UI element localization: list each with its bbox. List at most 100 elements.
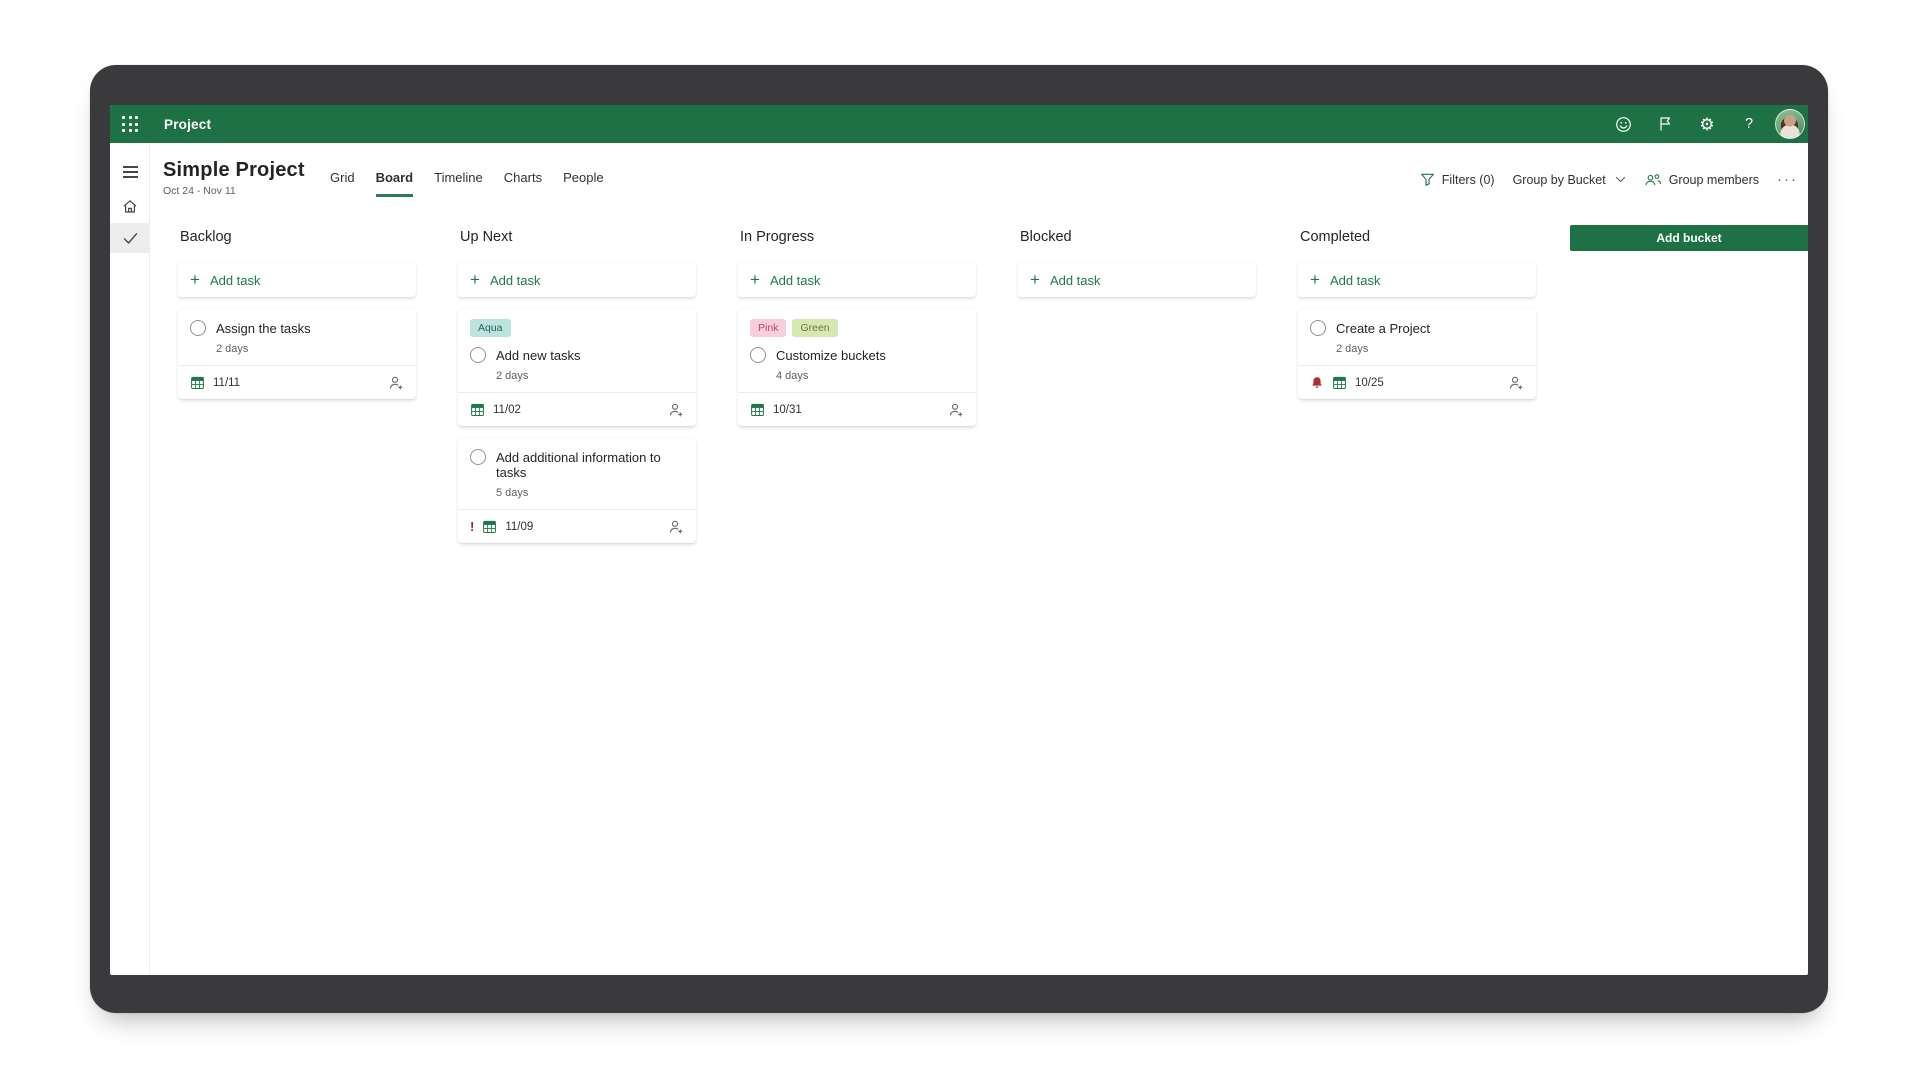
assign-person-icon[interactable] xyxy=(388,375,404,391)
page-title: Simple Project xyxy=(163,159,305,182)
group-by-dropdown[interactable]: Group by Bucket xyxy=(1513,173,1626,187)
task-due-date: 11/02 xyxy=(493,404,521,416)
task-due-date: 10/25 xyxy=(1355,377,1384,389)
calendar-icon xyxy=(1332,375,1347,390)
task-title: Add additional information to tasks xyxy=(496,448,684,480)
view-tabs: Grid Board Timeline Charts People xyxy=(330,170,604,197)
nav-home-button[interactable] xyxy=(110,189,150,223)
calendar-icon xyxy=(470,402,485,417)
bucket-backlog: Backlog + Add task Assign the tasks 2 da… xyxy=(178,228,416,543)
label-chip-aqua[interactable]: Aqua xyxy=(470,319,511,337)
app-bar: Project ⚙ ? xyxy=(110,105,1808,143)
assign-person-icon[interactable] xyxy=(668,519,684,535)
tab-timeline[interactable]: Timeline xyxy=(434,170,483,197)
app-launcher-button[interactable] xyxy=(110,105,150,143)
group-members-button[interactable]: Group members xyxy=(1644,173,1759,187)
project-date-range: Oct 24 - Nov 11 xyxy=(163,185,305,197)
tab-board[interactable]: Board xyxy=(376,170,414,197)
calendar-icon xyxy=(750,402,765,417)
task-duration: 5 days xyxy=(496,487,684,499)
app-body: Simple Project Oct 24 - Nov 11 Grid Boar… xyxy=(110,143,1808,975)
bucket-title[interactable]: In Progress xyxy=(738,228,976,246)
kanban-board: Backlog + Add task Assign the tasks 2 da… xyxy=(178,228,1536,543)
add-task-button[interactable]: + Add task xyxy=(1018,263,1256,297)
add-task-label: Add task xyxy=(490,273,541,288)
bucket-in-progress: In Progress + Add task Pink Green C xyxy=(738,228,976,543)
reminder-bell-icon xyxy=(1310,376,1324,390)
help-button[interactable]: ? xyxy=(1733,108,1765,140)
add-task-button[interactable]: + Add task xyxy=(178,263,416,297)
device-frame: Project ⚙ ? xyxy=(90,65,1828,1013)
add-task-label: Add task xyxy=(770,273,821,288)
bucket-completed: Completed + Add task Create a Project 2 … xyxy=(1298,228,1536,543)
task-checkbox[interactable] xyxy=(470,347,486,363)
task-title: Assign the tasks xyxy=(216,319,311,336)
bucket-up-next: Up Next + Add task Aqua Add new tasks xyxy=(458,228,696,543)
bucket-title[interactable]: Backlog xyxy=(178,228,416,246)
tab-grid[interactable]: Grid xyxy=(330,170,355,197)
add-task-button[interactable]: + Add task xyxy=(1298,263,1536,297)
task-due-date: 11/11 xyxy=(213,377,240,389)
check-icon xyxy=(123,232,138,245)
plus-icon: + xyxy=(750,271,760,288)
task-title: Customize buckets xyxy=(776,346,886,363)
flag-icon xyxy=(1657,116,1673,132)
assign-person-icon[interactable] xyxy=(948,402,964,418)
chevron-down-icon xyxy=(1615,176,1626,183)
calendar-icon xyxy=(482,519,497,534)
task-card[interactable]: Assign the tasks 2 days xyxy=(178,309,416,399)
tab-people[interactable]: People xyxy=(563,170,603,197)
task-card[interactable]: Pink Green Customize buckets 4 days xyxy=(738,309,976,426)
calendar-icon xyxy=(190,375,205,390)
filter-funnel-icon xyxy=(1420,172,1435,187)
bucket-title[interactable]: Blocked xyxy=(1018,228,1256,246)
app-bar-actions: ⚙ ? xyxy=(1607,108,1808,140)
flag-button[interactable] xyxy=(1649,108,1681,140)
task-checkbox[interactable] xyxy=(1310,320,1326,336)
add-task-label: Add task xyxy=(210,273,261,288)
page-background: Project ⚙ ? xyxy=(0,0,1920,1079)
task-checkbox[interactable] xyxy=(190,320,206,336)
task-title: Create a Project xyxy=(1336,319,1430,336)
task-due-date: 10/31 xyxy=(773,404,802,416)
plus-icon: + xyxy=(470,271,480,288)
group-by-label: Group by Bucket xyxy=(1513,173,1606,187)
task-duration: 2 days xyxy=(1336,343,1524,355)
plus-icon: + xyxy=(1030,271,1040,288)
task-checkbox[interactable] xyxy=(470,449,486,465)
more-options-button[interactable]: ··· xyxy=(1777,171,1798,188)
task-card[interactable]: Add additional information to tasks 5 da… xyxy=(458,438,696,543)
settings-button[interactable]: ⚙ xyxy=(1691,108,1723,140)
board-toolbar: Filters (0) Group by Bucket xyxy=(1420,171,1798,188)
avatar[interactable] xyxy=(1775,109,1805,139)
priority-important-icon: ! xyxy=(470,519,474,534)
task-duration: 2 days xyxy=(496,370,684,382)
add-task-label: Add task xyxy=(1330,273,1381,288)
feedback-button[interactable] xyxy=(1607,108,1639,140)
left-rail xyxy=(110,143,150,975)
bucket-title[interactable]: Completed xyxy=(1298,228,1536,246)
bucket-title[interactable]: Up Next xyxy=(458,228,696,246)
app-window: Project ⚙ ? xyxy=(110,105,1808,975)
add-task-button[interactable]: + Add task xyxy=(738,263,976,297)
nav-menu-button[interactable] xyxy=(110,155,150,189)
tab-charts[interactable]: Charts xyxy=(504,170,542,197)
task-card[interactable]: Aqua Add new tasks 2 days xyxy=(458,309,696,426)
nav-tasks-button[interactable] xyxy=(110,223,150,253)
help-icon: ? xyxy=(1745,116,1753,132)
task-checkbox[interactable] xyxy=(750,347,766,363)
task-duration: 4 days xyxy=(776,370,964,382)
assign-person-icon[interactable] xyxy=(668,402,684,418)
main-area: Simple Project Oct 24 - Nov 11 Grid Boar… xyxy=(150,143,1808,975)
assign-person-icon[interactable] xyxy=(1508,375,1524,391)
hamburger-icon xyxy=(123,166,138,178)
label-chip-green[interactable]: Green xyxy=(792,319,837,337)
add-bucket-button[interactable]: Add bucket xyxy=(1570,225,1808,251)
task-card[interactable]: Create a Project 2 days xyxy=(1298,309,1536,399)
add-task-label: Add task xyxy=(1050,273,1101,288)
label-chip-pink[interactable]: Pink xyxy=(750,319,786,337)
add-task-button[interactable]: + Add task xyxy=(458,263,696,297)
filters-label: Filters (0) xyxy=(1442,173,1495,187)
group-members-icon xyxy=(1644,173,1662,187)
filters-button[interactable]: Filters (0) xyxy=(1420,172,1495,187)
